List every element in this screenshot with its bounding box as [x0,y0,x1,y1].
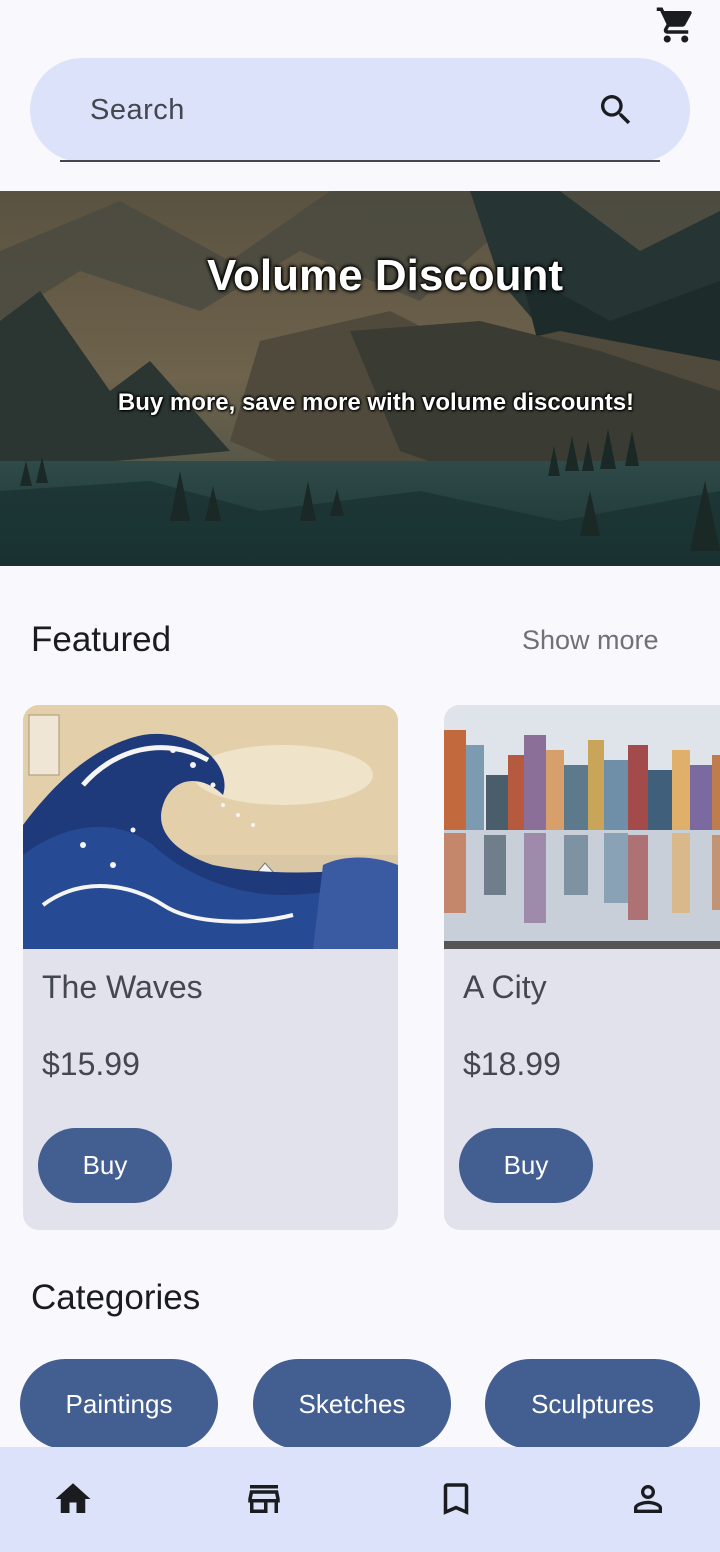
banner-landscape-image [0,191,720,566]
category-sketches[interactable]: Sketches [253,1359,451,1449]
nav-home[interactable] [51,1477,95,1521]
banner-title: Volume Discount [206,251,564,300]
product-image-a-city [444,705,720,949]
promo-banner[interactable]: Volume Discount Buy more, save more with… [0,191,720,566]
product-price: $15.99 [42,1046,140,1082]
category-paintings[interactable]: Paintings [20,1359,218,1449]
shopping-cart-icon [656,7,692,43]
search-underline [60,160,660,162]
product-price: $18.99 [463,1046,561,1082]
banner-subtitle: Buy more, save more with volume discount… [117,389,635,416]
search-icon[interactable] [596,90,636,130]
product-card[interactable]: A City $18.99 Buy [444,705,720,1230]
product-image-the-waves [23,705,398,949]
person-icon [634,1485,662,1513]
bottom-navigation [0,1447,720,1552]
nav-bookmarks[interactable] [434,1477,478,1521]
nav-profile[interactable] [626,1477,670,1521]
home-icon [55,1483,91,1513]
search-bar[interactable]: Search [30,58,690,162]
search-input[interactable]: Search [90,94,185,127]
category-sculptures[interactable]: Sculptures [485,1359,700,1449]
product-title: A City [463,969,547,1005]
show-more-link[interactable]: Show more [522,625,659,656]
buy-button[interactable]: Buy [38,1128,172,1203]
categories-title: Categories [31,1278,201,1317]
product-title: The Waves [42,969,203,1005]
cart-button[interactable] [652,2,700,48]
app-screen: Search Volume Discount Buy more, save mo… [0,0,720,1552]
featured-title: Featured [31,620,172,659]
product-card[interactable]: The Waves $15.99 Buy [23,705,398,1230]
buy-button[interactable]: Buy [459,1128,593,1203]
store-icon [248,1485,280,1513]
bookmark-icon [443,1483,469,1515]
nav-store[interactable] [242,1477,286,1521]
